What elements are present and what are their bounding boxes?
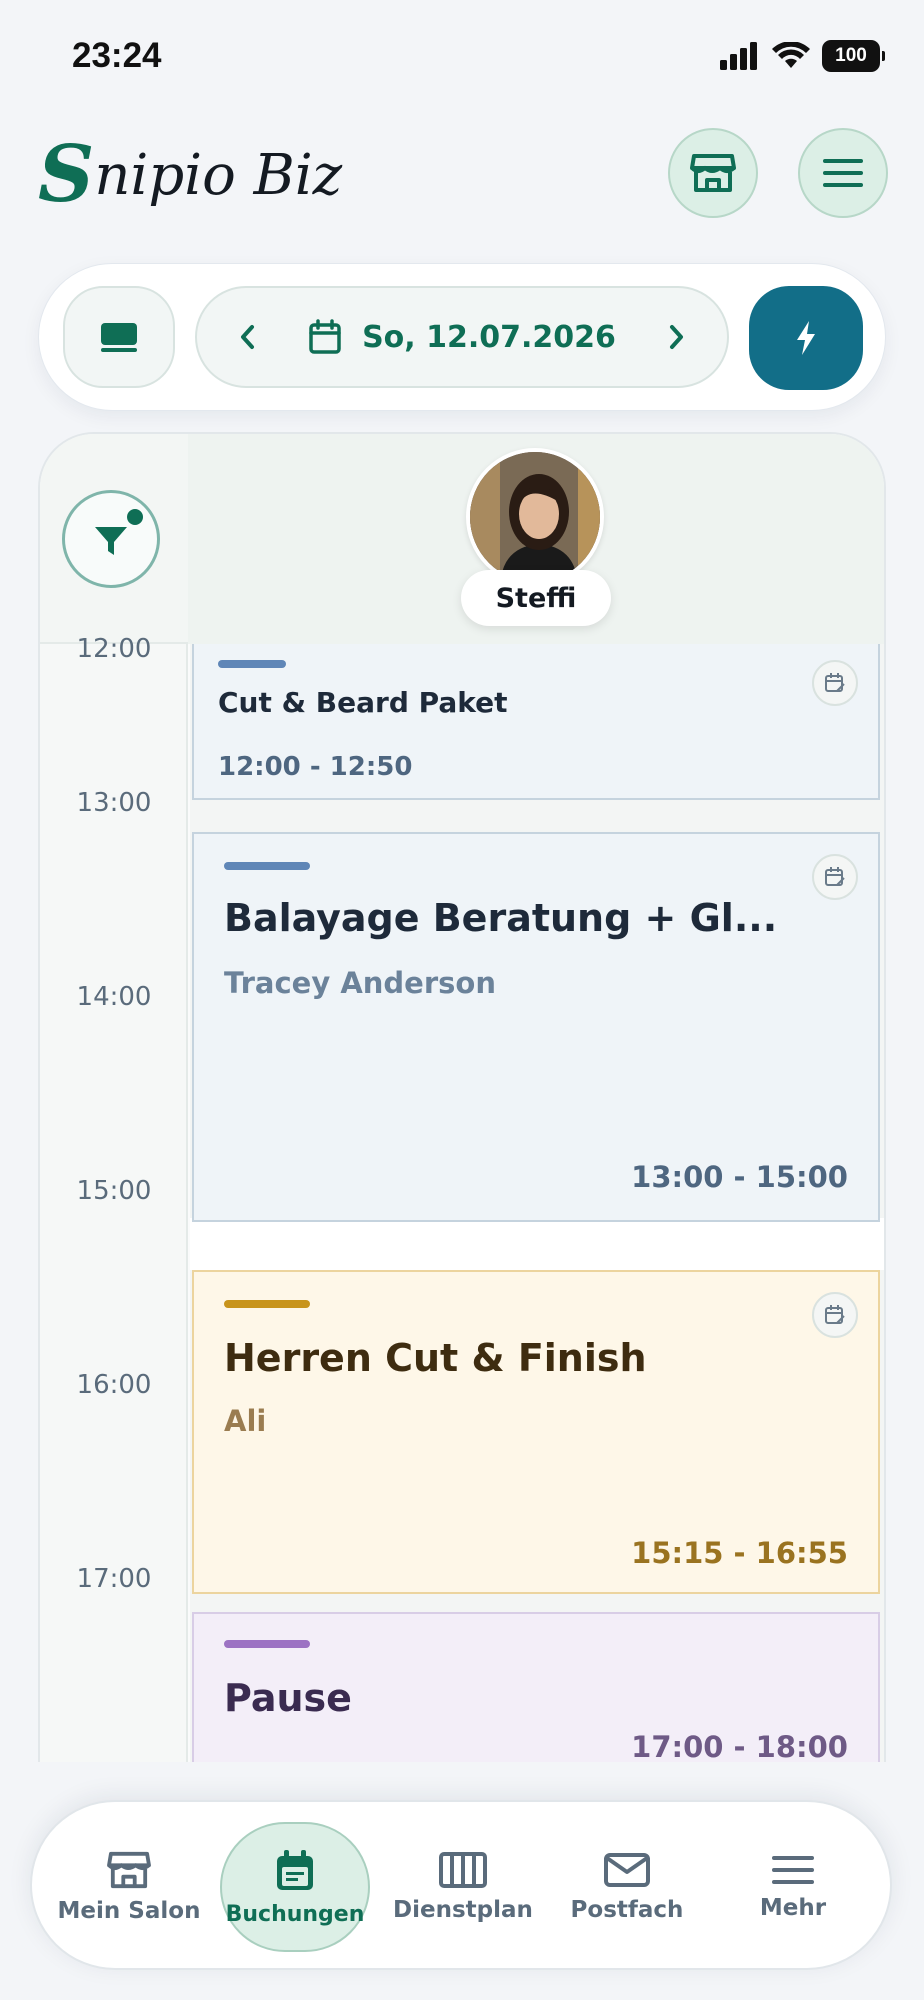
schedule-grid-icon (439, 1852, 487, 1888)
nav-label: Buchungen (225, 1901, 365, 1927)
lightning-icon (797, 321, 815, 355)
time-label: 12:00 (76, 634, 152, 664)
nav-item-buchungen[interactable]: Buchungen (220, 1822, 370, 1952)
appointment-card[interactable]: Cut & Beard Paket 12:00 - 12:50 (192, 644, 880, 800)
calendar-edit-icon (825, 673, 845, 692)
status-bar: 23:24 100 (0, 0, 924, 110)
staff-avatar[interactable] (466, 448, 604, 586)
free-slot[interactable] (190, 1218, 884, 1270)
nav-item-mein-salon[interactable]: Mein Salon (54, 1822, 204, 1952)
appointment-accent-bar (224, 862, 310, 870)
chevron-left-icon[interactable] (237, 322, 259, 352)
break-title: Pause (224, 1676, 352, 1720)
day-calendar: Steffi 12:00 13:00 14:00 15:00 16:00 17:… (38, 432, 886, 1762)
app-header: S nipio Biz (0, 120, 924, 230)
appointment-customer: Tracey Anderson (224, 966, 496, 1000)
salon-store-button[interactable] (668, 128, 758, 218)
date-picker[interactable]: So, 12.07.2026 (308, 319, 616, 355)
view-toggle-button[interactable] (63, 286, 175, 388)
appointment-customer: Ali (224, 1404, 267, 1438)
store-icon (107, 1851, 151, 1889)
filter-active-dot (127, 509, 143, 525)
reschedule-button[interactable] (812, 854, 858, 900)
break-time: 17:00 - 18:00 (631, 1730, 848, 1762)
current-date-label: So, 12.07.2026 (362, 319, 616, 355)
staff-name-chip[interactable]: Steffi (461, 570, 611, 626)
appointment-time: 13:00 - 15:00 (631, 1160, 848, 1194)
filter-icon (95, 527, 127, 555)
calendar-edit-icon (825, 867, 845, 886)
appointment-card[interactable]: Balayage Beratung + Gl... Tracey Anderso… (192, 832, 880, 1222)
nav-label: Dienstplan (393, 1897, 533, 1923)
reschedule-button[interactable] (812, 660, 858, 706)
nav-label: Postfach (570, 1897, 684, 1923)
status-icons: 100 (720, 40, 885, 72)
nav-label: Mehr (759, 1895, 827, 1921)
main-menu-button[interactable] (798, 128, 888, 218)
time-column: 12:00 13:00 14:00 15:00 16:00 17:00 (40, 634, 188, 1762)
calendar-edit-icon (825, 1305, 845, 1324)
time-label: 15:00 (76, 1176, 152, 1206)
time-label: 14:00 (76, 982, 152, 1012)
bottom-navigation: Mein Salon Buchungen Dienstplan Postfach… (30, 1800, 892, 1970)
menu-icon (772, 1856, 814, 1884)
appointment-title: Cut & Beard Paket (218, 686, 508, 719)
day-view-icon (101, 323, 137, 352)
quick-booking-button[interactable] (749, 286, 863, 390)
store-icon (690, 154, 736, 192)
filter-button[interactable] (62, 490, 160, 588)
appointment-time: 15:15 - 16:55 (631, 1536, 848, 1570)
reschedule-button[interactable] (812, 1292, 858, 1338)
calendar-icon (309, 319, 341, 354)
date-navigator: So, 12.07.2026 (195, 286, 729, 388)
logo-wordmark: nipio Biz (94, 142, 343, 208)
nav-label: Mein Salon (57, 1898, 201, 1924)
appointment-title: Balayage Beratung + Gl... (224, 896, 778, 940)
appointment-card[interactable]: Herren Cut & Finish Ali 15:15 - 16:55 (192, 1270, 880, 1594)
wifi-icon (772, 42, 810, 68)
time-label: 13:00 (76, 788, 152, 818)
signal-icon (720, 42, 757, 70)
appointment-time: 12:00 - 12:50 (218, 752, 413, 782)
time-label: 16:00 (76, 1370, 152, 1400)
break-card[interactable]: Pause 17:00 - 18:00 (192, 1612, 880, 1762)
status-time: 23:24 (72, 36, 162, 75)
brand-logo[interactable]: S nipio Biz (38, 130, 342, 220)
logo-initial: S (38, 129, 95, 220)
time-label: 17:00 (76, 1564, 152, 1594)
nav-item-dienstplan[interactable]: Dienstplan (388, 1822, 538, 1952)
appointment-title: Herren Cut & Finish (224, 1336, 647, 1380)
date-toolbar: So, 12.07.2026 (38, 263, 886, 411)
nav-item-mehr[interactable]: Mehr (718, 1822, 868, 1952)
mail-icon (604, 1853, 650, 1887)
battery-indicator: 100 (822, 40, 885, 72)
nav-item-postfach[interactable]: Postfach (552, 1822, 702, 1952)
break-accent-bar (224, 1640, 310, 1648)
appointment-accent-bar (224, 1300, 310, 1308)
appointment-accent-bar (218, 660, 286, 668)
chevron-right-icon[interactable] (665, 322, 687, 352)
calendar-icon (277, 1849, 313, 1890)
hamburger-menu-icon (823, 159, 863, 187)
calendar-header: Steffi (40, 434, 884, 644)
